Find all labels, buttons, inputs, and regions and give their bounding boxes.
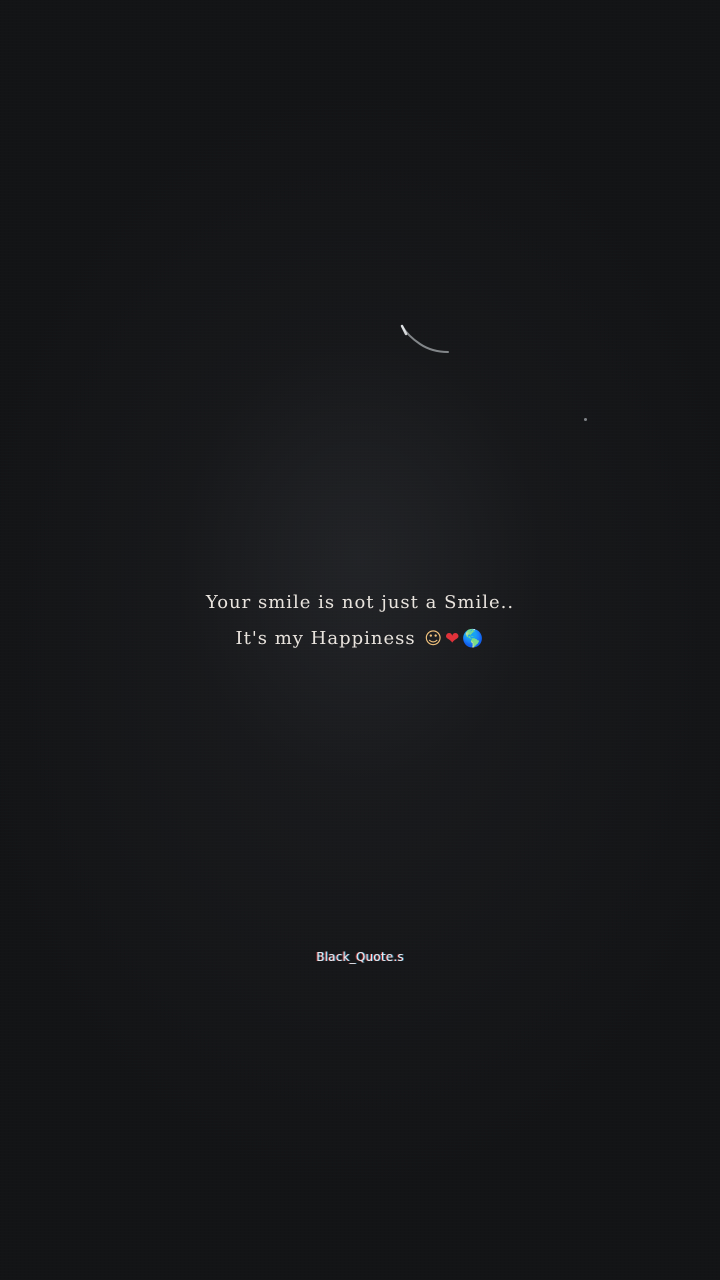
globe-icon: 🌎 [462,629,485,649]
quote-line-2: It's my Happiness ☺ ❤ 🌎 [0,628,720,649]
wallpaper-background: Your smile is not just a Smile.. It's my… [0,0,720,1280]
star-dot [584,418,587,421]
quote-line-1: Your smile is not just a Smile.. [205,592,515,613]
quote-line-2-text: It's my Happiness [235,628,416,649]
watermark-handle: Black_Quote.s [316,950,404,964]
heart-icon: ❤ [445,629,461,649]
light-streak [400,324,449,353]
smiling-face-icon: ☺ [424,629,444,649]
